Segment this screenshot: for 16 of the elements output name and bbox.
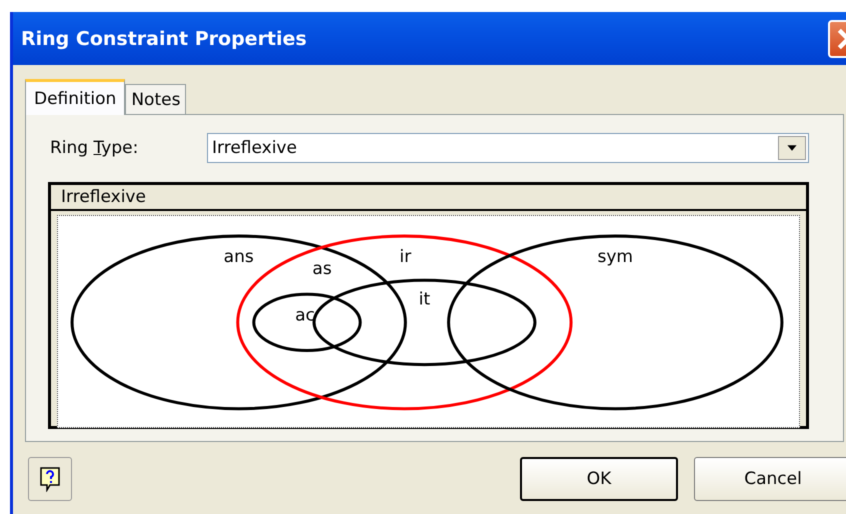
window-title: Ring Constraint Properties	[21, 28, 308, 50]
tab[interactable]: Notes	[125, 84, 186, 114]
set-label: ans	[224, 247, 254, 268]
dialog-button[interactable]: Cancel	[694, 457, 846, 501]
region-label: as	[312, 259, 332, 280]
diagram-title: Irreflexive	[51, 185, 806, 211]
help-icon	[39, 466, 61, 492]
tab[interactable]: Definition	[25, 79, 126, 115]
ring-type-dropdown[interactable]: Irreflexive	[207, 133, 809, 163]
field-label: Ring Type:	[50, 138, 140, 158]
set-label: ac	[295, 305, 315, 326]
set-label: sym	[597, 247, 634, 268]
set-label: it	[418, 289, 430, 310]
set-label: ir	[400, 247, 412, 268]
dialog-button[interactable]: OK	[520, 457, 678, 501]
help-button[interactable]	[28, 457, 72, 501]
